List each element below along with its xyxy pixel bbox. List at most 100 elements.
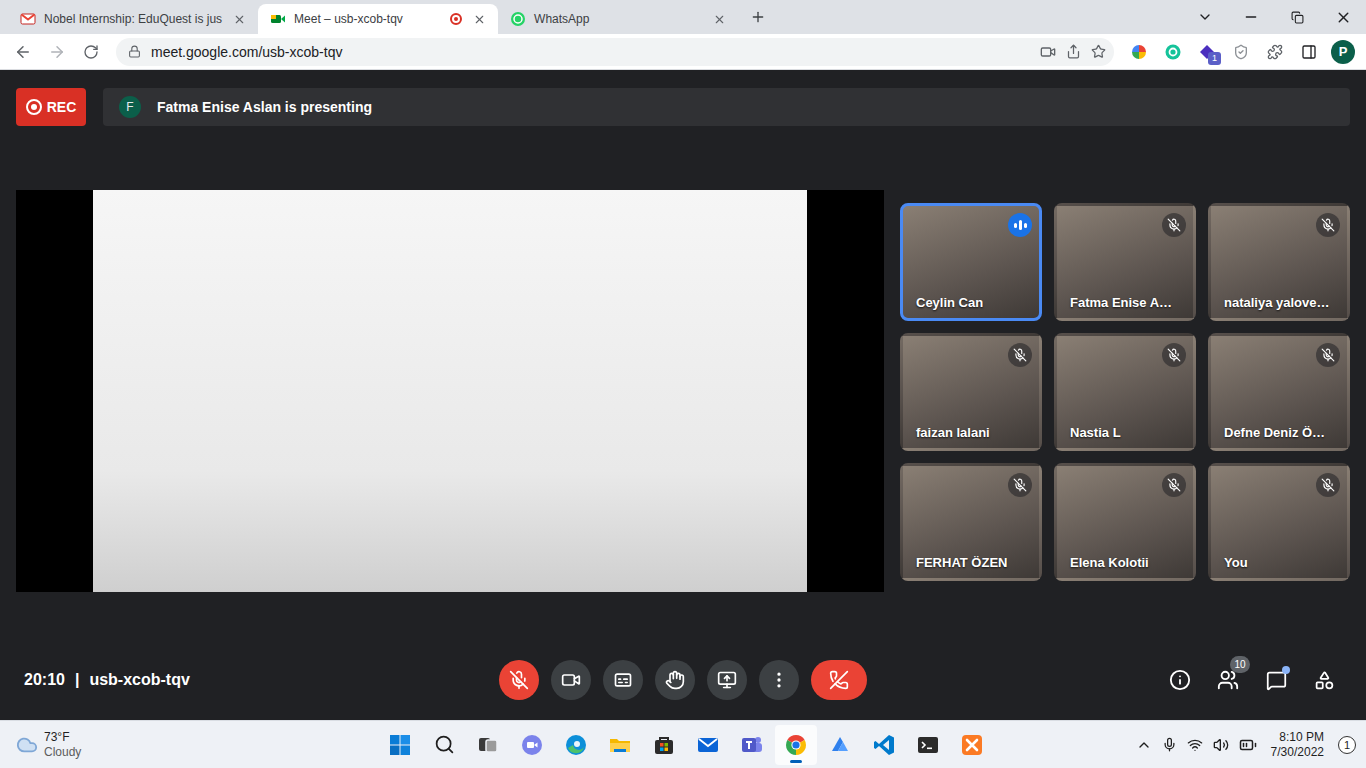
more-icon (769, 670, 789, 690)
mic-off-icon (1167, 218, 1181, 232)
taskbar-app[interactable] (819, 725, 861, 765)
people-button[interactable]: 10 (1208, 660, 1248, 700)
restore-button[interactable] (1274, 0, 1320, 34)
extension-button[interactable] (1124, 37, 1154, 67)
terminal-icon (916, 733, 940, 757)
present-button[interactable] (707, 660, 747, 700)
battery-icon[interactable] (1239, 736, 1257, 754)
grammarly-button[interactable] (1158, 37, 1188, 67)
participant-tile[interactable]: You (1208, 463, 1350, 581)
mic-button[interactable] (499, 660, 539, 700)
weather-widget[interactable]: 73°FCloudy (16, 730, 379, 760)
forward-button[interactable] (42, 37, 72, 67)
file-explorer-icon (608, 733, 632, 757)
participant-tile[interactable]: faizan lalani (900, 333, 1042, 451)
reload-button[interactable] (76, 37, 106, 67)
arrow-left-icon (14, 43, 32, 61)
store-icon (652, 733, 676, 757)
star-icon[interactable] (1091, 44, 1106, 59)
taskbar-app[interactable] (731, 725, 773, 765)
tab-close-button[interactable] (710, 10, 728, 28)
clock[interactable]: 8:10 PM7/30/2022 (1267, 730, 1328, 760)
participant-name: Elena Kolotii (1070, 555, 1149, 570)
hang-up-icon (829, 670, 849, 690)
participant-audio-indicator (1316, 343, 1340, 367)
participant-audio-indicator (1316, 213, 1340, 237)
taskbar-app[interactable] (511, 725, 553, 765)
more-options-button[interactable] (759, 660, 799, 700)
clock-time: 8:10 PM (1279, 730, 1324, 745)
browser-tab[interactable]: WhatsApp (498, 4, 738, 34)
search-icon (434, 734, 455, 755)
meet-control-bar: 20:10|usb-xcob-tqv10 (16, 650, 1350, 710)
captions-button[interactable] (603, 660, 643, 700)
separator: | (75, 671, 79, 689)
taskbar-app[interactable] (687, 725, 729, 765)
camera-button[interactable] (551, 660, 591, 700)
back-button[interactable] (8, 37, 38, 67)
meeting-details-button[interactable] (1160, 660, 1200, 700)
participant-tile[interactable]: Nastia L (1054, 333, 1196, 451)
participant-tile[interactable]: nataliya yalove… (1208, 203, 1350, 321)
taskbar-app[interactable] (555, 725, 597, 765)
share-icon[interactable] (1066, 44, 1081, 59)
raise-hand-button[interactable] (655, 660, 695, 700)
volume-icon[interactable] (1213, 737, 1229, 753)
taskbar-app[interactable] (423, 725, 465, 765)
participant-name: Fatma Enise A… (1070, 295, 1172, 310)
taskbar-app[interactable] (907, 725, 949, 765)
chevron-up-icon[interactable] (1136, 737, 1152, 753)
meet-main-row: Ceylin Can Fatma Enise A… nataliya yalove…… (16, 190, 1350, 592)
taskbar-app[interactable] (863, 725, 905, 765)
participant-tile[interactable]: Fatma Enise A… (1054, 203, 1196, 321)
notification-badge[interactable]: 1 (1338, 736, 1356, 754)
participant-tile[interactable]: Defne Deniz Ö… (1208, 333, 1350, 451)
arrow-right-icon (48, 43, 66, 61)
close-icon (473, 13, 486, 26)
participant-name: FERHAT ÖZEN (916, 555, 1007, 570)
taskbar-app[interactable] (775, 725, 817, 765)
shield-extension-button[interactable] (1226, 37, 1256, 67)
tab-close-button[interactable] (230, 10, 248, 28)
participant-audio-indicator (1008, 343, 1032, 367)
leave-call-button[interactable] (811, 660, 867, 700)
mic-off-icon (1013, 478, 1027, 492)
recording-badge[interactable]: REC (16, 88, 86, 126)
participant-tile[interactable]: FERHAT ÖZEN (900, 463, 1042, 581)
info-icon (1169, 669, 1191, 691)
minimize-button[interactable] (1228, 0, 1274, 34)
shared-screen-frame (93, 190, 807, 592)
participant-tile[interactable]: Ceylin Can (900, 203, 1042, 321)
taskbar-app[interactable] (379, 725, 421, 765)
wifi-icon[interactable] (1187, 737, 1203, 753)
omnibox[interactable]: meet.google.com/usb-xcob-tqv (116, 38, 1114, 66)
puzzle-icon (1267, 44, 1283, 60)
color-extension-icon (1131, 44, 1147, 60)
taskbar-app[interactable] (643, 725, 685, 765)
taskbar-app[interactable] (599, 725, 641, 765)
chat-button[interactable] (1256, 660, 1296, 700)
participant-name: Defne Deniz Ö… (1224, 425, 1325, 440)
new-tab-button[interactable] (744, 3, 772, 31)
camera-icon[interactable] (1040, 44, 1056, 60)
presentation-stage (16, 190, 884, 592)
side-panel-button[interactable] (1294, 37, 1324, 67)
taskbar-app[interactable] (951, 725, 993, 765)
activities-button[interactable] (1304, 660, 1344, 700)
extension-with-badge-button[interactable]: 1 (1192, 37, 1222, 67)
close-window-button[interactable] (1320, 0, 1366, 34)
profile-button[interactable]: P (1331, 40, 1355, 64)
mic-icon[interactable] (1162, 737, 1177, 752)
participant-tile[interactable]: Elena Kolotii (1054, 463, 1196, 581)
extensions-button[interactable] (1260, 37, 1290, 67)
taskbar-app[interactable] (467, 725, 509, 765)
task-view-icon (476, 733, 500, 757)
window-controls (1182, 0, 1366, 34)
browser-tab[interactable]: Nobel Internship: EduQuest is jus (8, 4, 258, 34)
tab-search-button[interactable] (1182, 0, 1228, 34)
cloud-icon (16, 734, 38, 756)
browser-tab[interactable]: Meet – usb-xcob-tqv (258, 4, 498, 34)
meeting-code: usb-xcob-tqv (89, 671, 189, 689)
tab-close-button[interactable] (470, 10, 488, 28)
mic-off-icon (1321, 218, 1335, 232)
